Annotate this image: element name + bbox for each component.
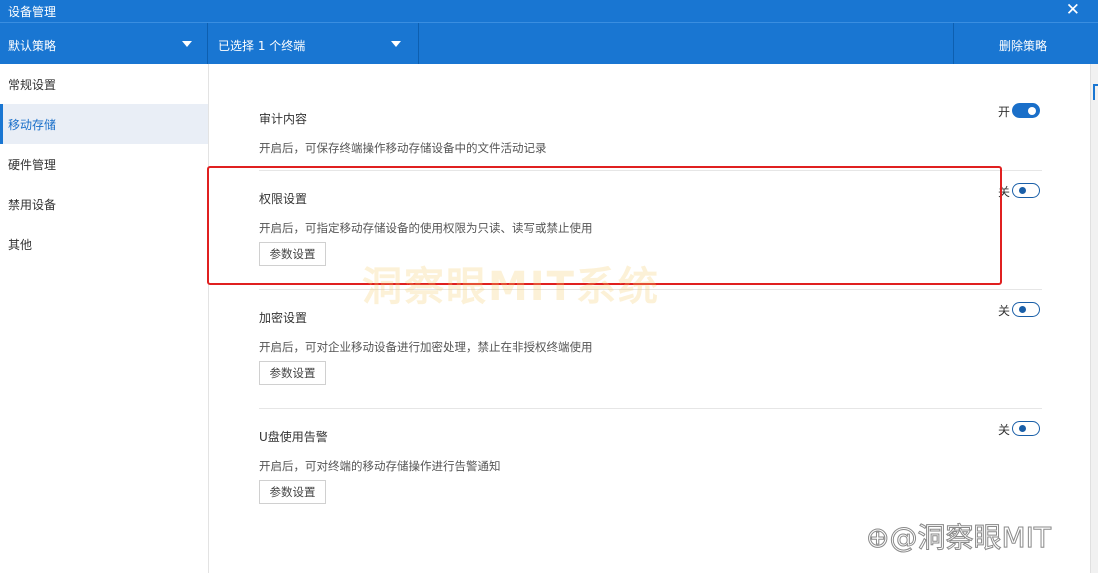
sidebar-item-hardware[interactable]: 硬件管理 [0,144,208,184]
setting-title: 审计内容 [259,112,308,126]
terminal-dropdown[interactable]: 已选择 1 个终端 [208,23,419,64]
watermark-corner-text: 洞察眼MIT [917,521,1052,555]
toggle-knob [1019,306,1026,313]
chevron-down-icon [182,41,192,47]
setting-description: 开启后，可对企业移动设备进行加密处理，禁止在非授权终端使用 [259,340,593,354]
sidebar-item-label: 常规设置 [8,78,57,92]
window-title: 设备管理 [8,5,57,19]
watermark-corner: ⊕@洞察眼MIT [866,521,1052,555]
setting-description: 开启后，可对终端的移动存储操作进行告警通知 [259,459,501,473]
policy-dropdown-label: 默认策略 [8,39,57,53]
toggle-label: 关 [997,423,1010,437]
sidebar-item-general[interactable]: 常规设置 [0,64,208,104]
toggle-knob [1028,107,1036,115]
encryption-toggle[interactable] [1012,302,1040,317]
sidebar-item-label: 硬件管理 [8,158,57,172]
watermark-center: 洞察眼MIT系统 [362,264,660,310]
toggle-label: 关 [997,304,1010,318]
sidebar-item-other[interactable]: 其他 [0,224,208,264]
sidebar-item-disabled-devices[interactable]: 禁用设备 [0,184,208,224]
delete-policy-label: 删除策略 [999,39,1048,53]
usb-alert-params-button[interactable]: 参数设置 [259,480,326,504]
terminal-dropdown-label: 已选择 1 个终端 [218,39,306,53]
setting-title: 加密设置 [259,311,308,325]
permission-toggle[interactable] [1012,183,1040,198]
policy-dropdown[interactable]: 默认策略 [0,23,208,64]
toggle-knob [1019,425,1026,432]
toolbar: 默认策略 已选择 1 个终端 删除策略 [0,22,1098,64]
delete-policy-button[interactable]: 删除策略 [953,23,1098,64]
background-window-edge [1090,64,1098,573]
divider [259,408,1042,409]
setting-description: 开启后，可保存终端操作移动存储设备中的文件活动记录 [259,141,547,155]
chevron-down-icon [391,41,401,47]
toggle-knob [1019,187,1026,194]
sidebar-item-label: 其他 [8,238,33,252]
close-icon[interactable]: ✕ [1066,0,1080,20]
sidebar-item-label: 移动存储 [8,118,57,132]
encryption-params-button[interactable]: 参数设置 [259,361,326,385]
sidebar-item-label: 禁用设备 [8,198,57,212]
sidebar-item-removable-storage[interactable]: 移动存储 [0,104,208,144]
sidebar: 常规设置 移动存储 硬件管理 禁用设备 其他 [0,64,209,573]
usb-alert-toggle[interactable] [1012,421,1040,436]
window-titlebar: 设备管理 ✕ [0,0,1098,22]
audit-content-toggle[interactable] [1012,103,1040,118]
setting-title: U盘使用告警 [259,430,328,444]
toggle-label: 开 [997,105,1010,119]
background-window-accent [1093,84,1098,100]
